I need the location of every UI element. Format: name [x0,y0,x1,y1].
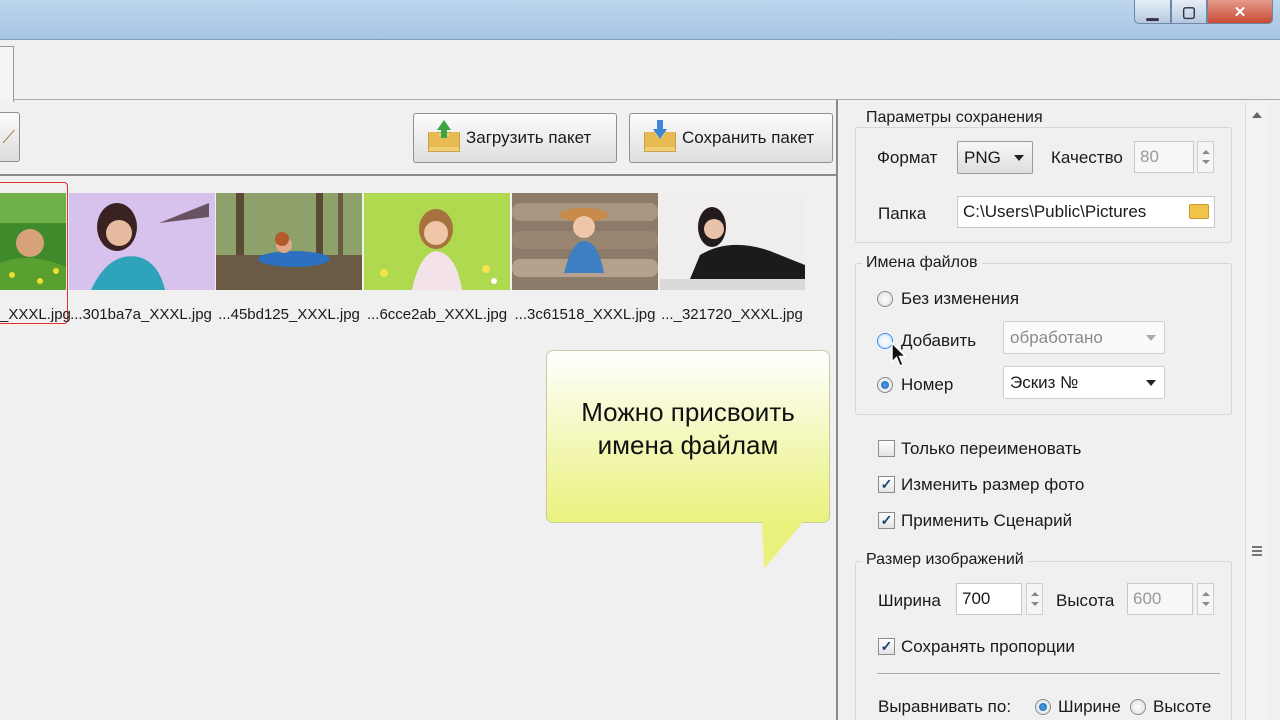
thumbnail-label-6: ..._321720_XXXL.jpg [661,306,803,323]
mouse-cursor-icon [891,342,907,367]
close-button[interactable]: ✕ [1207,0,1273,24]
scroll-grip-icon[interactable] [1252,546,1262,556]
resize-checkbox[interactable]: ✓ [878,476,895,493]
load-batch-label: Загрузить пакет [466,128,592,147]
chevron-down-icon [1146,380,1156,386]
thumbnail-label-1: _XXXL.jpg [0,306,71,323]
maximize-button[interactable]: ▢ [1171,0,1207,24]
tab-active[interactable] [0,46,14,102]
unchanged-label: Без изменения [901,289,1020,308]
format-select[interactable]: PNG [957,141,1033,174]
quality-label: Качество [1051,148,1123,167]
image-size-title: Размер изображений [862,551,1028,569]
quality-stepper[interactable] [1197,141,1214,173]
chevron-down-icon [1146,335,1156,341]
height-input[interactable]: 600 [1127,583,1193,615]
hint-tooltip-text: Можно присвоить имена файлам [581,396,795,460]
thumbnail-5[interactable] [512,193,658,290]
apply-scenario-label: Применить Сценарий [901,511,1073,530]
resize-label: Изменить размер фото [901,475,1085,494]
height-stepper[interactable] [1197,583,1214,615]
height-label: Высота [1056,591,1115,610]
keep-ratio-checkbox[interactable]: ✓ [878,638,895,655]
folder-input[interactable]: C:\Users\Public\Pictures [957,196,1215,228]
minimize-button[interactable]: ▁ [1134,0,1171,24]
window-title-bar: ▁ ▢ ✕ [0,0,1280,40]
toolbar-separator [0,174,836,176]
thumbnail-label-2: ...301ba7a_XXXL.jpg [70,306,212,323]
minimize-icon: ▁ [1146,3,1159,21]
format-value: PNG [964,147,1001,167]
load-batch-button[interactable]: Загрузить пакет [413,113,617,163]
width-stepper[interactable] [1026,583,1043,615]
hint-tooltip: Можно присвоить имена файлам [546,350,830,523]
rename-only-checkbox[interactable] [878,440,895,457]
save-params-title: Параметры сохранения [862,109,1047,127]
number-template-value: Эскиз № [1010,372,1079,392]
thumbnail-label-4: ...6cce2ab_XXXL.jpg [366,306,508,323]
thumbnail-6[interactable] [660,193,805,290]
folder-icon[interactable] [1189,204,1209,219]
save-batch-button[interactable]: Сохранить пакет [629,113,833,163]
save-envelope-icon [644,120,676,152]
add-label: Добавить [901,331,977,350]
maximize-icon: ▢ [1181,3,1197,21]
file-names-title: Имена файлов [862,254,982,272]
rename-only-label: Только переименовать [901,439,1082,458]
brush-icon: ⟋ [2,126,15,147]
thumbnail-selection-frame [0,182,68,324]
width-label: Ширина [878,591,941,610]
chevron-down-icon [1014,155,1024,161]
thumbnail-4[interactable] [364,193,510,290]
thumbnail-label-3: ...45bd125_XXXL.jpg [218,306,360,323]
folder-label: Папка [878,204,927,223]
hint-tooltip-tail [762,521,804,569]
thumbnail-label-5: ...3c61518_XXXL.jpg [514,306,656,323]
tool-button-partial[interactable]: ⟋ [0,112,20,162]
add-suffix-select[interactable]: обработано [1003,321,1165,354]
quality-input[interactable]: 80 [1134,141,1194,173]
panel-scrollbar[interactable] [1245,102,1267,720]
tab-strip [0,40,1280,102]
radio-unchanged[interactable] [877,291,893,307]
number-template-select[interactable]: Эскиз № [1003,366,1165,399]
thumbnail-3[interactable] [216,193,362,290]
apply-scenario-checkbox[interactable]: ✓ [878,512,895,529]
load-envelope-icon [428,120,460,152]
align-width-label: Ширине [1058,697,1121,716]
width-input[interactable]: 700 [956,583,1022,615]
keep-ratio-label: Сохранять пропорции [901,637,1075,656]
scroll-up-icon[interactable] [1252,112,1262,118]
radio-align-height[interactable] [1130,699,1146,715]
number-label: Номер [901,375,954,394]
panel-divider[interactable] [836,100,838,720]
align-height-label: Высоте [1153,697,1212,716]
thumbnail-2[interactable] [69,193,215,290]
radio-align-width[interactable] [1035,699,1051,715]
save-batch-label: Сохранить пакет [682,128,815,147]
add-suffix-value: обработано [1010,327,1103,347]
align-label: Выравнивать по: [878,697,1012,716]
image-size-divider [877,673,1220,674]
format-label: Формат [877,148,938,167]
radio-number[interactable] [877,377,893,393]
close-icon: ✕ [1233,3,1247,21]
